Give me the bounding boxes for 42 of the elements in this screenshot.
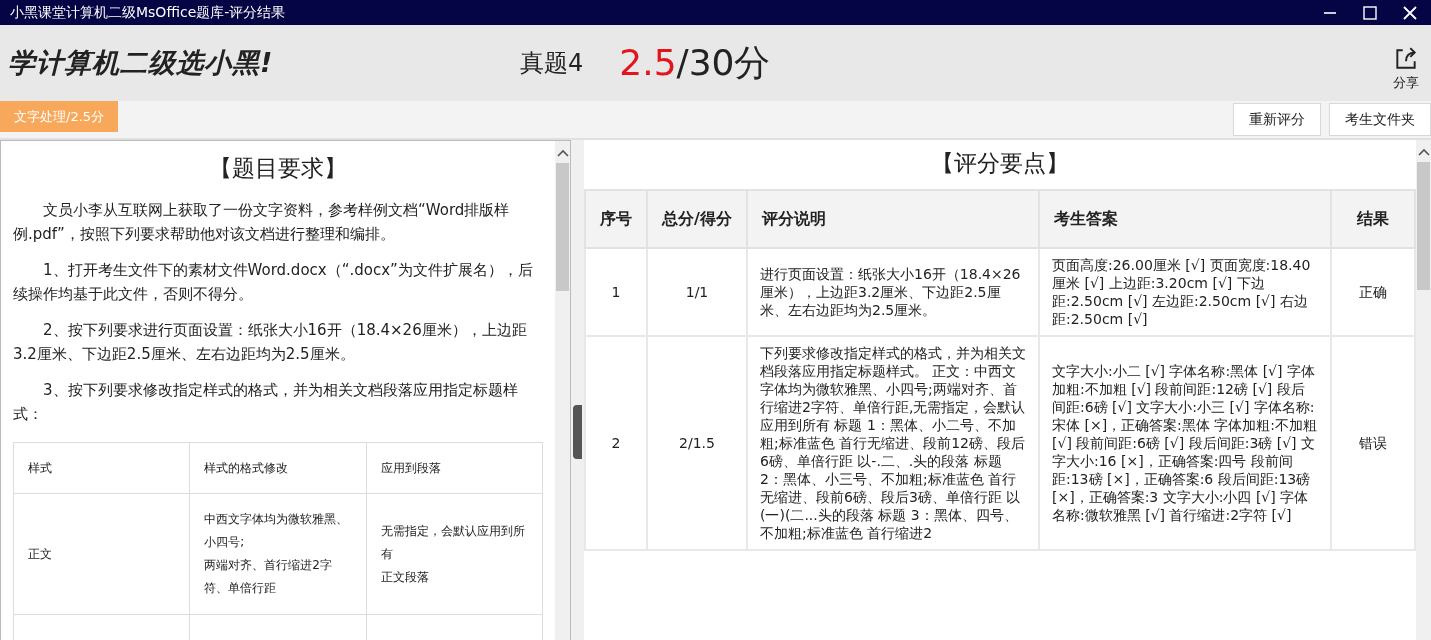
table-header-cell: 样式的格式修改 (189, 442, 367, 494)
table-cell: 文字大小:小二 [√] 字体名称:黑体 [√] 字体加粗:不加粗 [√] 段前间距:12磅 [√] 段后间距:6磅 [√] 文字大小:小三 [√] 字体名称:宋体 [×]，正确答案:黑体 字体加粗:不加粗 [√] 段前间距:6磅 [√] 段后间距:3磅 [√] 文字大小:16 [×]，正确答案:四号 段前间距:13磅 [×]，正确答案:6 段后间距:13磅 [×]，正确答案:3 文字大小:小四 [√] 字体名称:微软雅黑 [√] 首行缩进:2字符 [√] (1039, 336, 1331, 550)
paragraph: 3、按下列要求修改指定样式的格式，并为相关文档段落应用指定标题样式： (13, 380, 519, 425)
table-cell: 1 (585, 248, 647, 336)
scroll-up-icon[interactable] (1417, 148, 1430, 156)
column-header: 结果 (1331, 190, 1415, 248)
panel-title: 【评分要点】 (930, 149, 1070, 178)
paragraph: 2、按下列要求进行页面设置：纸张大小16开（18.4×26厘米），上边距3.2厘米、下边距2.5厘米、左右边距均为2.5厘米。 (13, 320, 528, 365)
table-header-cell: 样式 (13, 442, 190, 494)
close-icon[interactable] (1402, 4, 1418, 21)
scrollbar-thumb[interactable] (1417, 162, 1430, 290)
scroll-up-icon[interactable] (556, 149, 569, 157)
cell-text: 中西文字体均为微软雅黑、小四号; (204, 511, 350, 551)
action-button[interactable]: 重新评分 (1233, 103, 1321, 136)
table-cell: 2 (585, 336, 647, 550)
paragraph: 文员小李从互联网上获取了一份文字资料，参考样例文档“Word排版样例.pdf”，按照下列要求帮助他对该文档进行整理和编排。 (13, 200, 511, 245)
table-cell: 下列要求修改指定样式的格式，并为相关文档段落应用指定标题样式。 正文：中西文字体均为微软雅黑、小四号;两端对齐、首行缩进2字符、单倍行距,无需指定，会默认应用到所有 标题 1：黑体、小二号、不加粗;标准蓝色 首行无缩进、段前12磅、段后6磅、单倍行距 以-.二、.头的段落 标题 2：黑体、小三号、不加粗;标准蓝色 首行无缩进、段前6磅、段后3磅、单倍行距 以(一)(二...头的段落 标题 3：黑体、四号、不加粗;标准蓝色 首行缩进2 (747, 336, 1039, 550)
cell-text: 无需指定，会默认应用到所有 (380, 522, 526, 563)
table-cell: 页面高度:26.00厘米 [√] 页面宽度:18.40厘米 [√] 上边距:3.20cm [√] 下边距:2.50cm [√] 左边距:2.50cm [√] 右边距:2.50cm [√] (1039, 248, 1331, 336)
column-header: 总分/得分 (647, 190, 747, 248)
window-title: 小黑课堂计算机二级MsOffice题库-评分结果 (10, 3, 286, 22)
cell-text: 两端对齐、首行缩进2字符、单倍行距 (204, 557, 333, 597)
scrollbar-thumb[interactable] (556, 163, 569, 291)
share-icon[interactable] (1393, 46, 1419, 72)
slogan: 学计算机二级选小黑! (8, 46, 275, 80)
column-header: 评分说明 (747, 190, 1039, 248)
column-header: 序号 (585, 190, 647, 248)
panel-title: 【题目要求】 (208, 154, 348, 183)
table-cell: 进行页面设置：纸张大小16开（18.4×26厘米），上边距3.2厘米、下边距2.5厘米、左右边距均为2.5厘米。 (747, 248, 1039, 336)
exam-name: 真题4 (520, 48, 584, 79)
column-header: 考生答案 (1039, 190, 1331, 248)
score-text: 2.5/30分 (619, 40, 771, 85)
table-header-cell: 应用到段落 (366, 442, 543, 494)
maximize-icon[interactable] (1362, 4, 1378, 21)
paragraph: 1、打开考生文件下的素材文件Word.docx（“.docx”为文件扩展名），后续操作均基于此文件，否则不得分。 (13, 260, 534, 305)
collapse-handle[interactable] (573, 405, 582, 459)
cell-text: 正文 (28, 545, 53, 563)
share-button[interactable]: 分享 (1393, 34, 1419, 92)
action-button[interactable]: 考生文件夹 (1329, 103, 1431, 136)
table-cell: 1/1 (647, 248, 747, 336)
cell-text: 正文段落 (380, 568, 430, 586)
table-cell: 2/1.5 (647, 336, 747, 550)
